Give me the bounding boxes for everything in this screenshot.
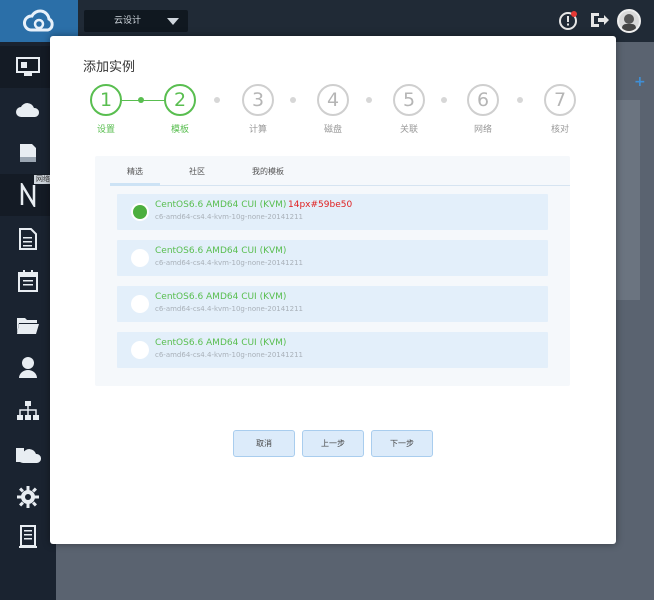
template-tabs: 精选 社区 我的模板: [110, 164, 570, 186]
step-1-label: 设置: [96, 125, 115, 135]
sidebar-item-cloud-image[interactable]: [0, 434, 56, 476]
sidebar-item-cloud[interactable]: [0, 88, 56, 130]
step-dot: [366, 97, 372, 103]
step-5-label: 关联: [399, 125, 418, 135]
cloud-image-icon: [16, 448, 41, 463]
gear-icon: [17, 486, 39, 508]
template-name: CentOS6.6 AMD64 CUI (KVM): [155, 292, 287, 302]
document-icon: [19, 228, 37, 250]
log-icon: [19, 525, 37, 548]
sidebar-item-console[interactable]: [0, 46, 56, 88]
network-icon: [20, 183, 36, 207]
step-6-label: 网络: [473, 125, 492, 135]
step-3[interactable]: 3: [242, 84, 274, 116]
template-annotation: 14px#59be50: [288, 200, 353, 210]
sidebar-item-user[interactable]: [0, 346, 56, 388]
wizard-steps: 1 设置 2 模板 3 计算 4 磁盘 5 关联 6 网络 7 核对: [50, 84, 616, 135]
next-step-button[interactable]: 下一步: [371, 430, 433, 457]
step-4-label: 磁盘: [323, 125, 342, 135]
prev-step-button[interactable]: 上一步: [302, 430, 364, 457]
step-6[interactable]: 6: [467, 84, 499, 116]
cloud-logo-icon: [23, 9, 54, 32]
sidebar: 网络: [0, 42, 56, 600]
avatar[interactable]: [617, 9, 641, 33]
step-7-label: 核对: [550, 125, 569, 135]
user-icon: [19, 357, 37, 378]
storage-icon: [20, 144, 36, 162]
template-name: CentOS6.6 AMD64 CUI (KVM): [155, 338, 287, 348]
project-select-value: 云设计: [114, 16, 142, 26]
sidebar-item-document[interactable]: [0, 218, 56, 260]
sidebar-item-log[interactable]: [0, 516, 56, 558]
template-item[interactable]: CentOS6.6 AMD64 CUI (KVM) c6-amd64-cs4.4…: [117, 332, 548, 368]
template-radio[interactable]: [131, 203, 149, 221]
alert-icon[interactable]: [557, 9, 579, 31]
step-dot: [290, 97, 296, 103]
tab-community[interactable]: 社区: [172, 164, 222, 186]
logout-icon[interactable]: [588, 9, 610, 31]
step-dot: [138, 97, 144, 103]
step-dot: [441, 97, 447, 103]
template-id: c6-amd64-cs4.4-kvm-10g-none-20141211: [155, 213, 304, 221]
sidebar-item-storage[interactable]: [0, 132, 56, 174]
step-connector: [122, 100, 166, 101]
template-item[interactable]: CentOS6.6 AMD64 CUI (KVM) c6-amd64-cs4.4…: [117, 240, 548, 276]
template-id: c6-amd64-cs4.4-kvm-10g-none-20141211: [155, 305, 304, 313]
chevron-down-icon: [167, 18, 179, 25]
template-id: c6-amd64-cs4.4-kvm-10g-none-20141211: [155, 351, 304, 359]
template-id: c6-amd64-cs4.4-kvm-10g-none-20141211: [155, 259, 304, 267]
template-name: CentOS6.6 AMD64 CUI (KVM): [155, 246, 287, 256]
cancel-button[interactable]: 取消: [233, 430, 295, 457]
console-icon: [16, 57, 40, 76]
step-3-label: 计算: [248, 125, 267, 135]
step-dot: [517, 97, 523, 103]
tab-featured[interactable]: 精选: [110, 164, 160, 186]
tab-my-templates[interactable]: 我的模板: [238, 164, 298, 186]
template-radio[interactable]: [131, 341, 149, 359]
step-5[interactable]: 5: [393, 84, 425, 116]
add-icon: +: [634, 74, 646, 90]
topology-icon: [17, 401, 39, 420]
step-7[interactable]: 7: [544, 84, 576, 116]
template-item[interactable]: CentOS6.6 AMD64 CUI (KVM) c6-amd64-cs4.4…: [117, 286, 548, 322]
template-radio[interactable]: [131, 249, 149, 267]
template-panel: 精选 社区 我的模板 CentOS6.6 AMD64 CUI (KVM) 14p…: [95, 156, 570, 386]
sidebar-item-folder[interactable]: [0, 304, 56, 346]
template-radio[interactable]: [131, 295, 149, 313]
add-instance-dialog: 添加实例 1 设置 2 模板 3 计算 4 磁盘 5 关联 6 网络 7 核对 …: [50, 36, 616, 544]
project-select[interactable]: 云设计: [84, 10, 188, 32]
step-1[interactable]: 1: [90, 84, 122, 116]
cloud-icon: [16, 103, 40, 117]
user-avatar-icon: [622, 14, 636, 31]
step-2[interactable]: 2: [164, 84, 196, 116]
step-4[interactable]: 4: [317, 84, 349, 116]
folder-icon: [17, 318, 39, 334]
sidebar-item-calendar[interactable]: [0, 260, 56, 302]
step-dot: [214, 97, 220, 103]
template-name: CentOS6.6 AMD64 CUI (KVM): [155, 200, 287, 210]
step-2-label: 模板: [170, 125, 189, 135]
background-table-strip: [616, 100, 640, 300]
template-item[interactable]: CentOS6.6 AMD64 CUI (KVM) 14px#59be50 c6…: [117, 194, 548, 230]
dialog-title: 添加实例: [83, 60, 136, 75]
sidebar-item-settings[interactable]: [0, 476, 56, 518]
sidebar-item-topology[interactable]: [0, 390, 56, 432]
calendar-icon: [18, 270, 38, 292]
